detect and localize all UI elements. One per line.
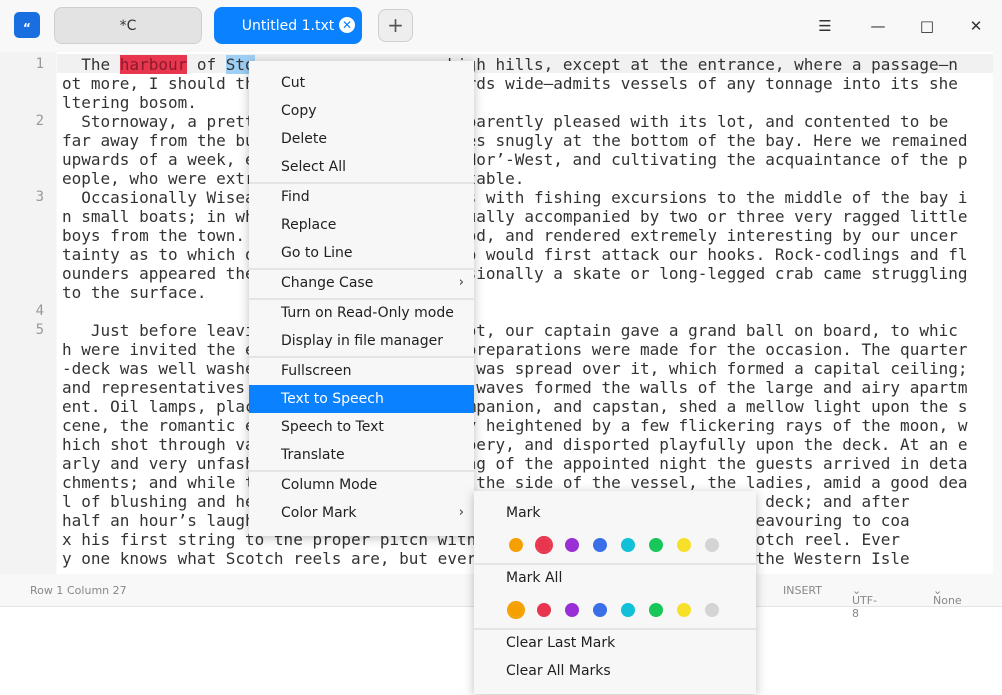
add-tab-button[interactable]: + [378,9,413,42]
context-menu: Cut Copy Delete Select All Find Replace … [249,61,474,536]
mark-all-label: Mark All [506,570,563,586]
menu-item-replace[interactable]: Replace [249,211,474,239]
text-line: and representatives at waves formed the … [62,378,968,397]
app-logo-icon[interactable]: “ [14,12,40,38]
text-line: tainty as to which o eep would first att… [62,245,968,264]
menu-item-text-to-speech[interactable]: Text to Speech [249,385,474,413]
color-swatch-gray[interactable] [705,538,719,552]
color-mark-submenu: Mark Mark All Clear Last Mark Clear All … [474,491,756,694]
text-line: ent. Oil lamps, plac companion, and caps… [62,397,968,416]
text-line: upwards of a week, e d Nor’-West, and cu… [62,150,968,169]
text-line: h were invited the e t preparations were… [62,340,968,359]
line-number: 5 [35,322,44,338]
line-number: 1 [35,56,44,72]
insert-mode-indicator: INSERT [783,584,822,597]
text-line: n small boats; in wh usually accompanied… [62,207,968,226]
row-indicator: Row 1 [30,584,64,597]
text-line: arly and very unfash ning of the appoint… [62,454,968,473]
color-swatch-blue[interactable] [593,603,607,617]
menu-item-read-only[interactable]: Turn on Read-Only mode [249,299,474,327]
line-number: 2 [35,113,44,129]
chevron-right-icon: › [458,275,464,290]
menu-item-column-mode[interactable]: Column Mode [249,471,474,499]
color-swatch-cyan[interactable] [621,538,635,552]
text-line: -deck was well washe ng was spread over … [62,359,968,378]
text-line: The harbour of Sto high hills, except at… [62,55,958,74]
text-line: cene, the romantic e tly heightened by a… [62,416,968,435]
text-line: boys from the town. good, and rendered e… [62,226,958,245]
text-line: ounders appeared the casionally a skate … [62,264,968,283]
text-line: chments; and while t up the side of the … [62,473,968,492]
tab-label: Untitled 1.txt [241,17,335,34]
menu-item-translate[interactable]: Translate [249,441,474,469]
menu-item-cut[interactable]: Cut [249,69,474,97]
menu-item-change-case[interactable]: Change Case › [249,269,474,297]
menu-item-color-mark[interactable]: Color Mark › [249,499,474,527]
minimize-icon[interactable]: — [866,14,890,38]
menu-item-delete[interactable]: Delete [249,125,474,153]
menu-item-clear-last-mark[interactable]: Clear Last Mark [474,629,756,657]
menu-item-fullscreen[interactable]: Fullscreen [249,357,474,385]
maximize-icon[interactable]: □ [915,14,939,38]
highlight-select[interactable]: None ⌄ [933,584,962,607]
close-tab-icon[interactable]: ✕ [339,17,355,33]
chevron-right-icon: › [458,505,464,520]
menu-item-go-to-line[interactable]: Go to Line [249,239,474,267]
line-number: 3 [35,189,44,205]
text-line: Stornoway, a prett apparently pleased wi… [62,112,949,131]
color-swatch-orange[interactable] [509,538,523,552]
color-swatch-purple[interactable] [565,603,579,617]
color-swatch-gray[interactable] [705,603,719,617]
color-swatch-yellow[interactable] [677,603,691,617]
menu-item-speech-to-text[interactable]: Speech to Text [249,413,474,441]
tab-label: *C [119,17,137,34]
line-number: 4 [35,303,44,319]
mark-label: Mark [506,505,541,521]
tab-untitled-1[interactable]: Untitled 1.txt ✕ [214,7,362,44]
color-swatch-orange[interactable] [509,603,523,617]
menu-item-clear-all-marks[interactable]: Clear All Marks [474,657,756,685]
line-number-gutter: 1 2 3 4 5 [0,52,56,574]
menu-item-display-in-file-manager[interactable]: Display in file manager [249,327,474,355]
color-mark-highlight: harbour [119,55,188,74]
color-swatch-green[interactable] [649,603,663,617]
text-line: far away from the bu lies snugly at the … [62,131,968,150]
column-indicator: Column 27 [67,584,127,597]
menu-icon[interactable]: ☰ [813,14,837,38]
color-swatch-red[interactable] [537,538,551,552]
text-line: hich shot through va rapery, and disport… [62,435,968,454]
text-line: ltering bosom. [62,93,197,112]
text-line: to the surface. [62,283,207,302]
color-swatch-yellow[interactable] [677,538,691,552]
color-swatch-red[interactable] [537,603,551,617]
text-line: ot more, I should th yards wide—admits v… [62,74,958,93]
text-line: Occasionally Wisea ves with fishing excu… [62,188,968,207]
title-bar: “ *C Untitled 1.txt ✕ + ☰ — □ ✕ [0,0,1002,52]
color-swatch-cyan[interactable] [621,603,635,617]
encoding-select[interactable]: UTF-8 ⌄ [852,584,877,620]
text-line: Just before leavi spot, our captain gave… [62,321,958,340]
menu-item-select-all[interactable]: Select All [249,153,474,181]
color-swatch-purple[interactable] [565,538,579,552]
menu-item-copy[interactable]: Copy [249,97,474,125]
close-window-icon[interactable]: ✕ [964,14,988,38]
color-swatch-green[interactable] [649,538,663,552]
tab-c[interactable]: *C [54,7,202,44]
color-swatch-blue[interactable] [593,538,607,552]
menu-item-find[interactable]: Find [249,183,474,211]
